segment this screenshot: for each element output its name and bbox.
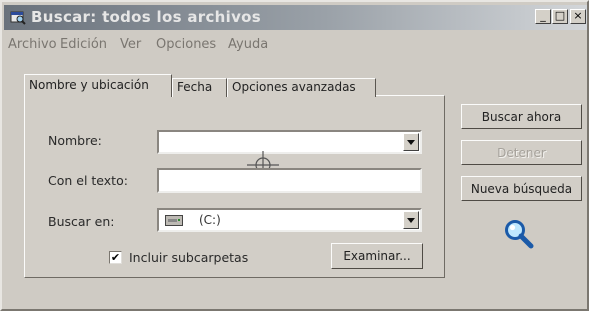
minimize-button[interactable]: _ [535,9,551,24]
window-title: Buscar: todos los archivos [31,8,261,26]
menu-ver[interactable]: Ver [120,37,141,52]
stop-button: Detener [461,140,582,165]
find-window: Buscar: todos los archivos _ □ × Archivo… [0,0,589,311]
maximize-button[interactable]: □ [552,9,568,24]
look-in-label: Buscar en: [48,214,115,229]
name-dropdown-button[interactable] [403,133,419,151]
menu-opciones[interactable]: Opciones [156,37,216,52]
name-label: Nombre: [48,133,102,148]
drive-icon [165,215,183,226]
name-field[interactable] [157,130,422,154]
menu-ayuda[interactable]: Ayuda [228,37,268,52]
tab-nombre-ubicacion[interactable]: Nombre y ubicación [24,74,172,97]
look-in-dropdown-button[interactable] [403,211,419,229]
close-button[interactable]: × [570,9,586,24]
text-field[interactable] [157,168,422,193]
browse-button[interactable]: Examinar... [331,243,423,269]
look-in-select[interactable]: (C:) [157,208,422,232]
text-label: Con el texto: [48,173,128,188]
subfolders-label: Incluir subcarpetas [129,250,249,265]
magnifier-icon [505,220,534,249]
subfolders-checkbox[interactable]: ✔ [109,251,122,264]
menu-edicion[interactable]: Edición [60,37,107,52]
look-in-value: (C:) [199,213,221,227]
tab-fecha[interactable]: Fecha [172,78,227,97]
search-now-button[interactable]: Buscar ahora [461,104,582,129]
title-bar[interactable]: Buscar: todos los archivos _ □ × [4,5,587,30]
tab-opciones-avanzadas[interactable]: Opciones avanzadas [227,78,376,97]
menu-archivo[interactable]: Archivo [8,37,57,52]
new-search-button[interactable]: Nueva búsqueda [461,176,582,201]
search-window-icon [10,11,26,25]
